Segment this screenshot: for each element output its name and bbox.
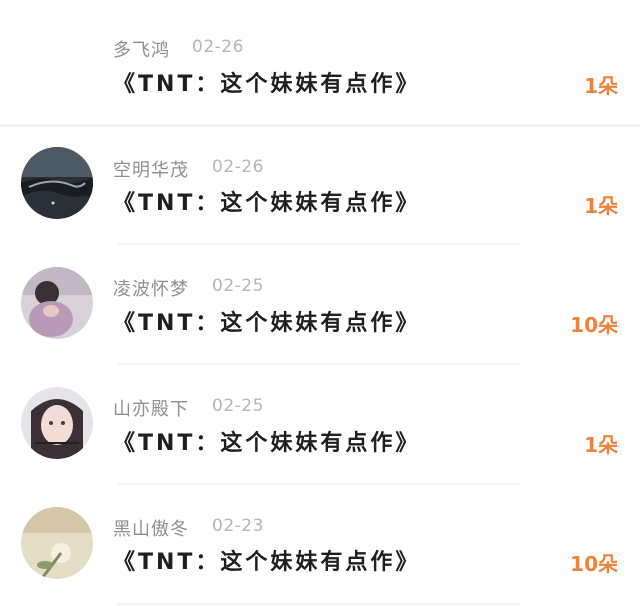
- user-name[interactable]: 多飞鸿: [113, 36, 170, 62]
- user-name[interactable]: 凌波怀梦: [113, 275, 189, 301]
- row-divider: [118, 363, 520, 365]
- avatar[interactable]: [21, 147, 93, 219]
- flower-count: 10朵: [570, 552, 618, 576]
- row-divider: [118, 243, 520, 245]
- flower-count: 10朵: [570, 313, 618, 337]
- row-divider: [118, 603, 520, 605]
- row-divider: [118, 483, 520, 485]
- flower-count: 1朵: [584, 74, 618, 98]
- book-title[interactable]: 《TNT：这个妹妹有点作》: [113, 305, 420, 337]
- list-item[interactable]: 山亦殿下 02-25 《TNT：这个妹妹有点作》 1朵: [0, 366, 640, 486]
- flower-count: 1朵: [584, 433, 618, 457]
- book-title[interactable]: 《TNT：这个妹妹有点作》: [113, 544, 420, 576]
- avatar[interactable]: [21, 507, 93, 579]
- user-name[interactable]: 黑山傲冬: [113, 515, 189, 541]
- user-name[interactable]: 山亦殿下: [113, 395, 189, 421]
- post-date: 02-25: [212, 396, 264, 416]
- book-title[interactable]: 《TNT：这个妹妹有点作》: [113, 185, 420, 217]
- list-item[interactable]: 多飞鸿 02-26 《TNT：这个妹妹有点作》 1朵: [0, 0, 640, 120]
- post-date: 02-26: [212, 157, 264, 177]
- gift-record-list: 多飞鸿 02-26 《TNT：这个妹妹有点作》 1朵 空明华茂 02-26 《T…: [0, 0, 640, 606]
- post-date: 02-23: [212, 516, 264, 536]
- list-item[interactable]: 黑山傲冬 02-23 《TNT：这个妹妹有点作》 10朵: [0, 486, 640, 606]
- book-title[interactable]: 《TNT：这个妹妹有点作》: [113, 66, 420, 98]
- list-item[interactable]: 凌波怀梦 02-25 《TNT：这个妹妹有点作》 10朵: [0, 246, 640, 366]
- avatar[interactable]: [21, 387, 93, 459]
- list-item[interactable]: 空明华茂 02-26 《TNT：这个妹妹有点作》 1朵: [0, 127, 640, 247]
- book-title[interactable]: 《TNT：这个妹妹有点作》: [113, 425, 420, 457]
- post-date: 02-25: [212, 276, 264, 296]
- post-date: 02-26: [192, 37, 244, 57]
- avatar[interactable]: [21, 267, 93, 339]
- user-name[interactable]: 空明华茂: [113, 156, 189, 182]
- flower-count: 1朵: [584, 194, 618, 218]
